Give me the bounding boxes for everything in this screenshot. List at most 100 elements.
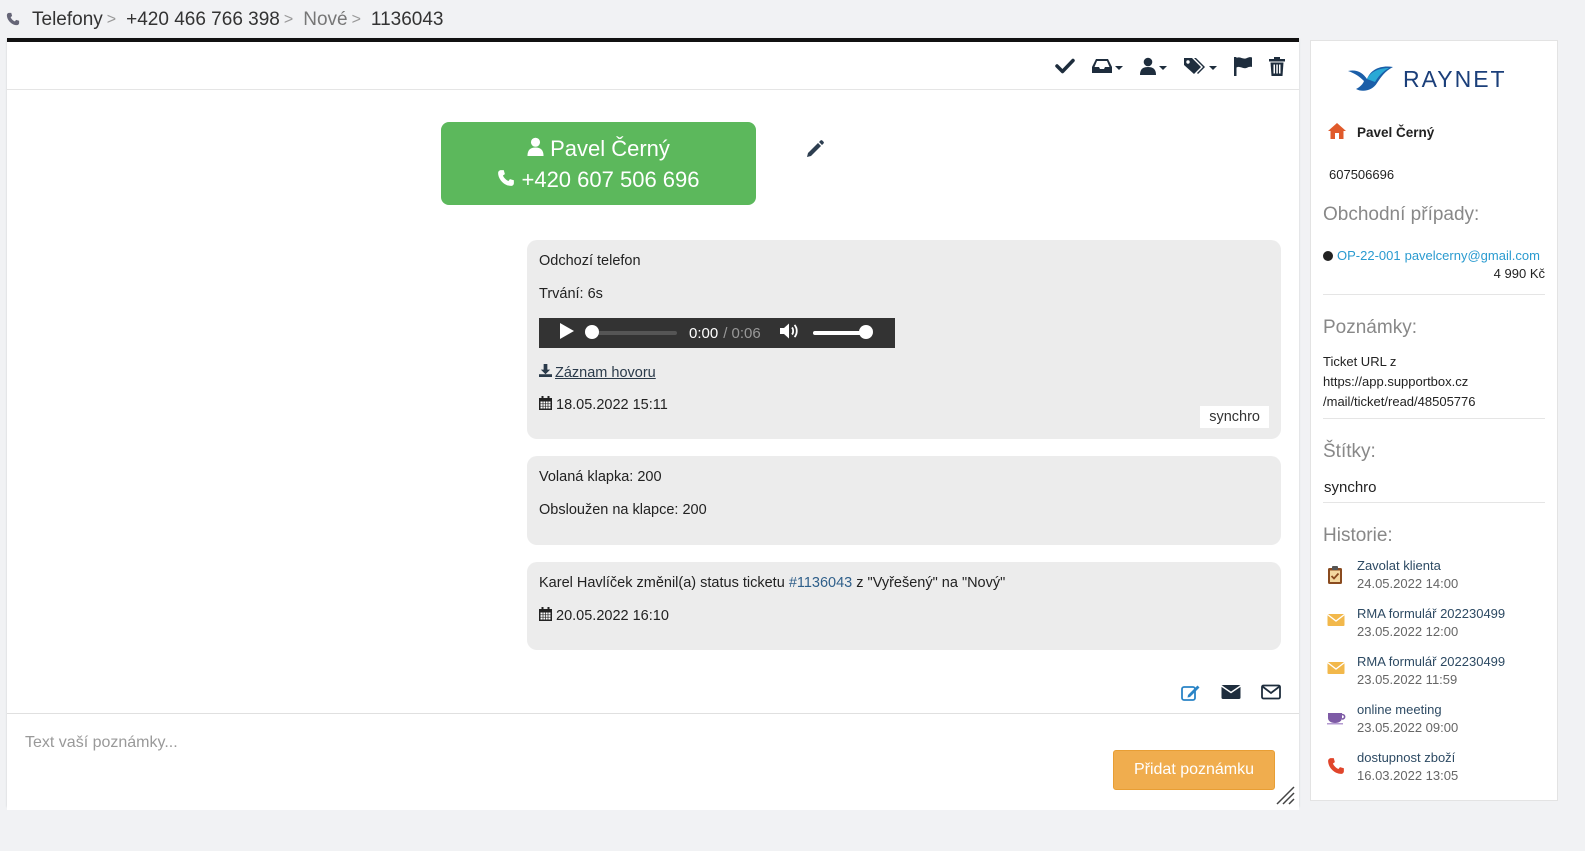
breadcrumb-separator: > (106, 11, 117, 28)
status-change-text: Karel Havlíček změnil(a) status ticketu … (539, 575, 1006, 591)
write-note-button[interactable] (1181, 684, 1201, 702)
audio-progress-slider[interactable] (585, 325, 677, 339)
breadcrumb-separator: > (351, 11, 361, 28)
compose-toolbar (1181, 684, 1281, 702)
volume-icon[interactable] (779, 322, 799, 344)
check-icon (1055, 58, 1075, 74)
client-row[interactable]: Pavel Černý (1323, 122, 1545, 143)
breadcrumb-separator: > (283, 11, 294, 28)
flag-icon (1233, 56, 1253, 76)
history-item[interactable]: online meeting 23.05.2022 09:00 (1323, 701, 1545, 737)
tags-button[interactable] (1183, 57, 1217, 75)
calendar-icon (539, 607, 552, 625)
served-extension: Obsloužen na klapce: 200 (539, 502, 707, 518)
download-recording-link[interactable]: Záznam hovoru (539, 364, 656, 382)
edit-contact-button[interactable] (805, 139, 825, 162)
resolve-button[interactable] (1055, 58, 1075, 74)
contact-card-button[interactable]: Pavel Černý +420 607 506 696 (441, 122, 756, 205)
breadcrumb-ticket-id: 1136043 (370, 9, 444, 30)
trash-icon (1269, 56, 1285, 76)
call-date-text: 18.05.2022 15:11 (556, 397, 668, 413)
call-duration: Trvání: 6s (539, 286, 603, 302)
pencil-icon (805, 140, 825, 162)
history-title-text: online meeting (1357, 702, 1442, 717)
home-icon (1327, 122, 1347, 143)
message-tag: synchro (1200, 406, 1269, 428)
tags-icon (1183, 57, 1207, 75)
edit-note-icon (1181, 684, 1201, 702)
audio-current-time: 0:00 (689, 324, 719, 342)
history-date: 23.05.2022 09:00 (1357, 720, 1459, 735)
history-date: 23.05.2022 12:00 (1357, 624, 1459, 639)
called-extension: Volaná klapka: 200 (539, 469, 662, 485)
breadcrumb-status[interactable]: Nové (303, 9, 347, 31)
volume-slider[interactable] (812, 325, 873, 339)
add-note-button[interactable]: Přidat poznámku (1113, 750, 1275, 790)
user-icon (1139, 57, 1157, 75)
flag-button[interactable] (1233, 56, 1253, 76)
envelope-icon (1221, 684, 1241, 702)
deal-email-link[interactable]: pavelcerny@gmail.com (1405, 248, 1540, 263)
call-message: Odchozí telefon Trvání: 6s 0:00 / 0:06 Z… (527, 240, 1281, 439)
history-title-text: dostupnost zboží (1357, 750, 1456, 765)
envelope-icon (1323, 605, 1345, 641)
task-icon (1323, 557, 1345, 593)
tags-title: Štítky: (1323, 441, 1376, 462)
history-title-text: RMA formulář 202230499 (1357, 654, 1506, 669)
call-date: 18.05.2022 15:11 (539, 396, 1269, 414)
history-item[interactable]: RMA formulář 202230499 23.05.2022 12:00 (1323, 605, 1545, 641)
breadcrumb-number[interactable]: +420 466 766 398 (126, 9, 280, 31)
history-date: 16.03.2022 13:05 (1357, 768, 1459, 783)
breadcrumb-telefony[interactable]: Telefony (32, 9, 103, 31)
history-item[interactable]: Zavolat klienta 24.05.2022 14:00 (1323, 557, 1545, 593)
deal-row[interactable]: OP-22-001 pavelcerny@gmail.com (1323, 248, 1545, 263)
history-title: Historie: (1323, 525, 1393, 546)
history-title-text: Zavolat klienta (1357, 558, 1441, 573)
download-icon (539, 364, 552, 382)
deal-status-dot (1323, 250, 1333, 261)
sidebar-tag: synchro (1323, 479, 1545, 503)
notes-title: Poznámky: (1323, 317, 1417, 338)
history-list: Zavolat klienta 24.05.2022 14:00 RMA for… (1323, 557, 1545, 785)
send-email-button[interactable] (1221, 684, 1241, 702)
phone-icon (6, 12, 22, 28)
contact-phone: +420 607 506 696 (521, 167, 700, 192)
breadcrumb: Telefony > +420 466 766 398 > Nové > 113… (6, 6, 443, 34)
ticket-toolbar (7, 42, 1299, 90)
play-icon[interactable] (559, 322, 575, 344)
status-date: 20.05.2022 16:10 (539, 607, 1269, 625)
deal-price: 4 990 Kč (1323, 266, 1545, 295)
ticket-panel: Pavel Černý +420 607 506 696 Odchozí tel… (7, 38, 1299, 810)
envelope-outline-icon (1261, 684, 1281, 702)
raynet-bird-icon (1347, 63, 1395, 96)
crm-sidebar: RAYNET Pavel Černý 607506696 Obchodní př… (1310, 40, 1558, 801)
calendar-icon (539, 396, 552, 414)
audio-player[interactable]: 0:00 / 0:06 (539, 318, 895, 348)
client-name: Pavel Černý (1357, 125, 1435, 140)
assign-user-button[interactable] (1139, 57, 1167, 75)
deal-code-link[interactable]: OP-22-001 (1337, 248, 1401, 263)
move-inbox-button[interactable] (1091, 58, 1123, 74)
history-date: 24.05.2022 14:00 (1357, 576, 1459, 591)
contact-name: Pavel Černý (550, 136, 670, 161)
client-phone: 607506696 (1329, 167, 1395, 182)
history-item[interactable]: dostupnost zboží 16.03.2022 13:05 (1323, 749, 1545, 785)
raynet-logo: RAYNET (1347, 63, 1545, 96)
history-item[interactable]: RMA formulář 202230499 23.05.2022 11:59 (1323, 653, 1545, 689)
history-date: 23.05.2022 11:59 (1357, 672, 1458, 687)
audio-total-time: / 0:06 (723, 324, 761, 342)
status-change-message: Karel Havlíček změnil(a) status ticketu … (527, 562, 1281, 650)
logo-text: RAYNET (1403, 66, 1507, 92)
phone-call-icon (1323, 749, 1345, 785)
note-composer: Přidat poznámku (7, 713, 1299, 810)
note-input[interactable] (7, 714, 1299, 810)
inbox-icon (1091, 58, 1113, 74)
resize-handle[interactable] (1273, 783, 1295, 808)
ticket-link[interactable]: #1136043 (789, 575, 852, 591)
delete-button[interactable] (1269, 56, 1285, 76)
coffee-icon (1323, 701, 1346, 737)
envelope-icon (1323, 653, 1345, 689)
call-title: Odchozí telefon (539, 253, 641, 269)
status-date-text: 20.05.2022 16:10 (556, 608, 669, 624)
reply-email-button[interactable] (1261, 684, 1281, 702)
